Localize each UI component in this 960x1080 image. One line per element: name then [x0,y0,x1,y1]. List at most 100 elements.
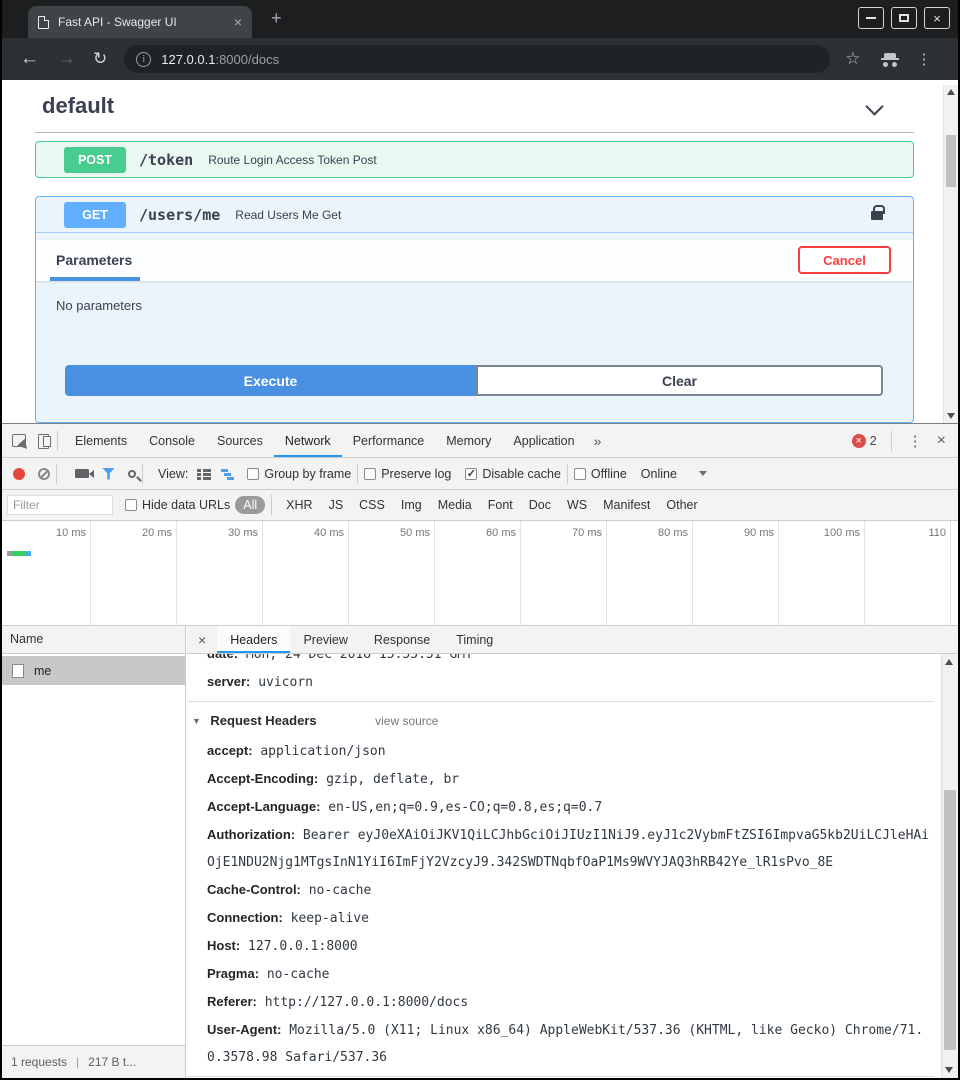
record-button[interactable] [13,468,25,480]
scroll-down-arrow[interactable] [945,1067,953,1073]
filter-input[interactable] [7,495,113,515]
minimize-button[interactable] [858,7,884,29]
disable-cache-checkbox[interactable]: ✓ [465,468,477,480]
tab-preview[interactable]: Preview [290,626,360,653]
execute-button[interactable]: Execute [65,365,476,396]
throttling-select[interactable]: Online [641,467,677,481]
lock-icon[interactable] [871,211,883,220]
tab-application[interactable]: Application [502,424,585,457]
endpoint-post-header[interactable]: POST /token Route Login Access Token Pos… [36,142,913,178]
tab-sources[interactable]: Sources [206,424,274,457]
request-bar-waiting [11,551,25,556]
header-value: gzip, deflate, br [326,772,459,787]
section-title[interactable]: default [42,93,114,119]
close-details-icon[interactable]: × [187,632,217,648]
page-scrollbar[interactable] [943,85,958,423]
devtools-close-icon[interactable]: × [933,432,958,450]
browser-menu-icon[interactable]: ⋮ [917,50,932,68]
request-name: me [34,664,51,678]
filter-type-img[interactable]: Img [393,498,430,512]
timeline-tick: 10 ms [16,527,86,539]
clear-button[interactable]: Clear [476,365,883,396]
waterfall-view-icon[interactable] [221,468,235,480]
scroll-down-arrow[interactable] [947,413,955,419]
separator [56,464,57,484]
dropdown-arrow-icon[interactable] [699,471,707,476]
details-tabbar: × Headers Preview Response Timing [187,626,958,654]
endpoint-get-header[interactable]: GET /users/me Read Users Me Get [36,197,913,233]
tab-elements[interactable]: Elements [64,424,138,457]
hide-data-urls-checkbox[interactable] [125,499,137,511]
more-tabs-icon[interactable]: » [586,433,610,449]
filter-type-ws[interactable]: WS [559,498,595,512]
tab-headers[interactable]: Headers [217,626,290,653]
offline-checkbox[interactable] [574,468,586,480]
group-by-frame-checkbox[interactable] [247,468,259,480]
parameters-underline [50,277,140,281]
gridline [90,521,91,625]
filter-type-manifest[interactable]: Manifest [595,498,658,512]
list-view-icon[interactable] [197,468,211,480]
tab-memory[interactable]: Memory [435,424,502,457]
preserve-log-label[interactable]: Preserve log [381,467,451,481]
check-icon: ✓ [467,469,476,479]
preserve-log-checkbox[interactable] [364,468,376,480]
cancel-button[interactable]: Cancel [798,246,891,274]
view-source-link[interactable]: view source [375,714,438,728]
devtools-menu-icon[interactable]: ⋮ [898,432,933,450]
bookmark-star-icon[interactable]: ☆ [845,49,860,69]
scroll-up-arrow[interactable] [945,659,953,665]
tab-response[interactable]: Response [361,626,443,653]
error-badge-icon[interactable]: × [852,434,866,448]
scroll-up-arrow[interactable] [947,89,955,95]
disable-cache-label[interactable]: Disable cache [482,467,561,481]
minimize-icon [866,17,876,19]
disclosure-triangle-icon[interactable]: ▼ [192,716,201,726]
inspect-element-icon[interactable] [12,434,26,447]
chevron-down-icon[interactable] [865,97,883,115]
request-row-me[interactable]: me [2,656,185,685]
forward-button[interactable]: → [57,48,76,70]
timeline-tick: 60 ms [446,527,516,539]
device-toolbar-icon[interactable] [38,434,51,447]
tab-performance[interactable]: Performance [342,424,436,457]
hide-data-urls-label[interactable]: Hide data URLs [142,498,230,512]
filter-type-css[interactable]: CSS [351,498,393,512]
request-header-line: Host: 127.0.0.1:8000 [207,932,934,960]
tab-timing[interactable]: Timing [443,626,506,653]
filter-type-other[interactable]: Other [658,498,705,512]
request-header-line: Connection: keep-alive [207,904,934,932]
filter-type-media[interactable]: Media [430,498,480,512]
browser-tab[interactable]: Fast API - Swagger UI × [28,6,252,38]
clear-requests-icon[interactable] [38,468,50,480]
screenshot-capture-icon[interactable] [75,469,89,478]
new-tab-button[interactable]: + [271,8,282,29]
back-button[interactable]: ← [20,48,39,70]
reload-button[interactable]: ↻ [93,49,107,69]
scrollbar-thumb[interactable] [944,790,956,1050]
no-parameters-text: No parameters [56,298,142,313]
filter-type-all[interactable]: All [235,496,265,514]
separator [142,464,143,484]
maximize-button[interactable] [891,7,917,29]
header-name: Host: [207,938,240,953]
name-column-header[interactable]: Name [2,626,185,654]
details-scrollbar[interactable] [941,654,958,1078]
scrollbar-thumb[interactable] [946,135,956,187]
group-by-frame-label[interactable]: Group by frame [264,467,351,481]
address-bar[interactable]: i 127.0.0.1 :8000/docs [124,45,830,73]
tab-network[interactable]: Network [274,424,342,457]
request-headers-section-header[interactable]: ▼ Request Headers view source [192,705,934,737]
filter-type-xhr[interactable]: XHR [278,498,320,512]
site-info-icon[interactable]: i [136,52,151,67]
filter-type-font[interactable]: Font [480,498,521,512]
tab-console[interactable]: Console [138,424,206,457]
offline-label[interactable]: Offline [591,467,627,481]
tab-close-icon[interactable]: × [228,14,242,30]
filter-funnel-icon[interactable] [102,468,115,480]
search-icon[interactable] [128,470,136,478]
filter-type-doc[interactable]: Doc [521,498,559,512]
endpoint-post-token[interactable]: POST /token Route Login Access Token Pos… [35,141,914,178]
close-button[interactable]: × [924,7,950,29]
filter-type-js[interactable]: JS [321,498,352,512]
